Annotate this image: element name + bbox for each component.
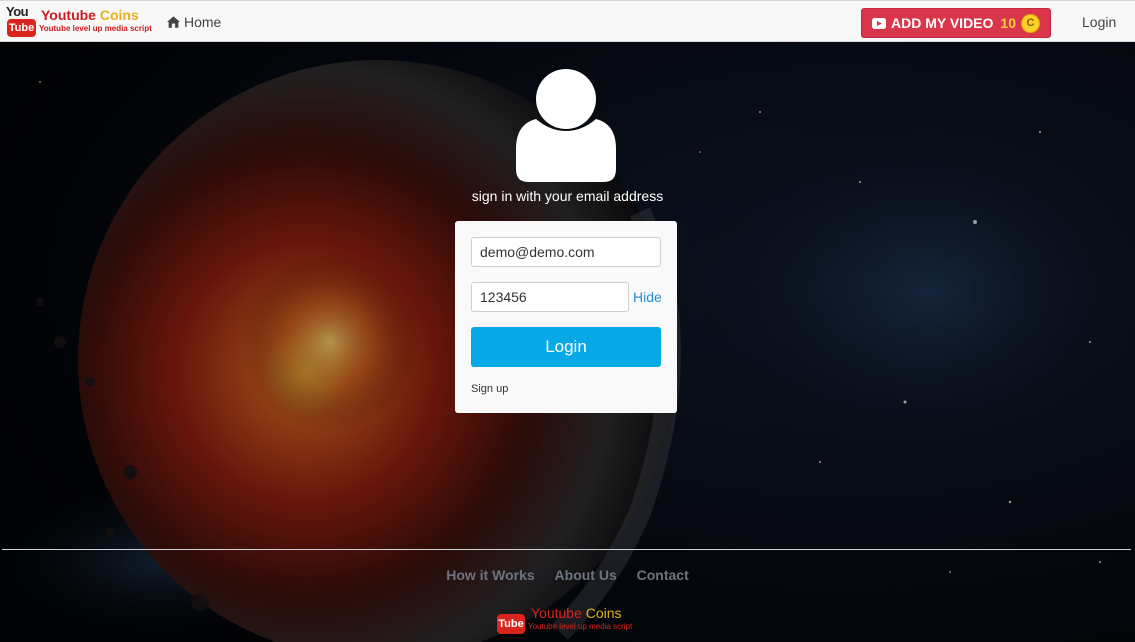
password-input[interactable] xyxy=(471,282,629,312)
footer-divider xyxy=(2,549,1131,550)
brand-title-accent: Coins xyxy=(99,7,139,23)
footer-brand-title-accent: Coins xyxy=(585,605,622,621)
coins-count: 10 xyxy=(1000,15,1016,31)
nav-home-link[interactable]: Home xyxy=(167,14,221,30)
top-navbar: You Tube Youtube Coins Youtube level up … xyxy=(0,0,1135,42)
footer-logo-tube-badge: Tube xyxy=(497,614,525,634)
brand-title: Youtube Coins xyxy=(41,7,139,23)
signup-link[interactable]: Sign up xyxy=(471,383,508,395)
email-input[interactable] xyxy=(471,237,661,267)
footer-brand-title: Youtube Coins xyxy=(531,605,622,621)
footer-brand-logo[interactable]: Tube Youtube Coins Youtube level up medi… xyxy=(497,604,647,636)
nav-home-label: Home xyxy=(184,14,222,30)
login-button[interactable]: Login xyxy=(471,327,661,367)
youtube-play-icon xyxy=(871,17,886,29)
footer-links: How it Works About Us Contact xyxy=(0,567,1135,583)
brand-logo[interactable]: You Tube Youtube Coins Youtube level up … xyxy=(6,4,156,38)
home-icon xyxy=(167,16,180,28)
coin-icon: C xyxy=(1021,13,1040,33)
footer-link-contact[interactable]: Contact xyxy=(637,567,689,583)
signin-heading: sign in with your email address xyxy=(471,188,664,204)
add-video-label: ADD MY VIDEO xyxy=(890,15,994,31)
footer-brand-title-main: Youtube xyxy=(531,605,582,621)
login-panel: Hide Login Sign up xyxy=(455,221,677,413)
footer-link-about-us[interactable]: About Us xyxy=(555,567,617,583)
brand-tagline: Youtube level up media script xyxy=(39,24,152,33)
footer-brand-tagline: Youtube level up media script xyxy=(528,622,633,631)
logo-tube-badge: Tube xyxy=(7,19,36,37)
nav-login-link[interactable]: Login xyxy=(1082,14,1116,30)
user-avatar-icon xyxy=(516,69,616,182)
logo-you-text: You xyxy=(6,4,29,19)
brand-title-main: Youtube xyxy=(41,7,96,23)
hide-password-link[interactable]: Hide xyxy=(633,289,662,305)
add-my-video-button[interactable]: ADD MY VIDEO 10 C xyxy=(861,8,1051,38)
footer-link-how-it-works[interactable]: How it Works xyxy=(446,567,534,583)
